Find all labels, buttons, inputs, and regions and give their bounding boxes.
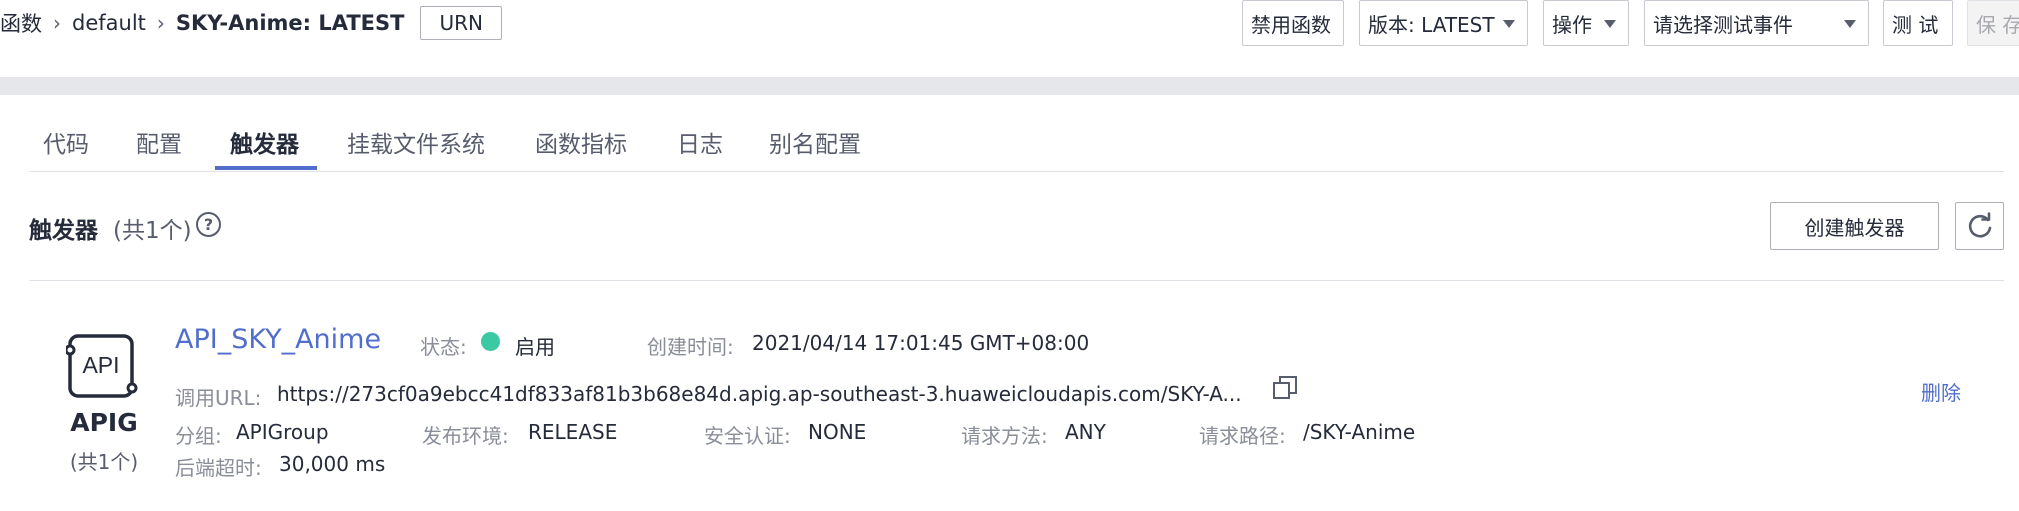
version-select[interactable]: 版本: LATEST — [1359, 0, 1528, 46]
created-label: 创建时间: — [647, 335, 734, 359]
section-divider — [29, 280, 2004, 281]
test-event-select-label: 请选择测试事件 — [1653, 12, 1793, 37]
refresh-icon — [1968, 212, 1991, 238]
api-icon-text: API — [82, 352, 119, 378]
active-tab-indicator — [215, 166, 317, 170]
test-event-select[interactable]: 请选择测试事件 — [1644, 0, 1869, 46]
trigger-type-label: APIG — [70, 408, 138, 437]
save-button-label: 保 存 — [1976, 12, 2019, 37]
trigger-type-count: (共1个) — [69, 450, 139, 474]
breadcrumb-current: SKY-Anime: LATEST — [175, 11, 405, 35]
group-value: APIGroup — [236, 420, 329, 444]
group-label: 分组: — [175, 424, 222, 448]
tab-metrics[interactable]: 函数指标 — [535, 125, 627, 159]
version-select-label: 版本: LATEST — [1368, 12, 1495, 37]
caret-down-icon — [1604, 20, 1616, 28]
test-button-label: 测 试 — [1892, 12, 1939, 37]
url-label: 调用URL: — [175, 386, 262, 410]
breadcrumb: 函数 › default › SKY-Anime: LATEST URN — [0, 6, 502, 40]
env-value: RELEASE — [528, 420, 618, 444]
status-enabled-dot — [481, 332, 500, 351]
env-label: 发布环境: — [422, 424, 509, 448]
tab-triggers[interactable]: 触发器 — [230, 125, 299, 159]
path-label: 请求路径: — [1199, 424, 1286, 448]
tab-logs[interactable]: 日志 — [677, 125, 723, 159]
status-label: 状态: — [420, 335, 467, 359]
tab-code[interactable]: 代码 — [43, 125, 89, 159]
chevron-right-icon: › — [53, 11, 61, 35]
created-value: 2021/04/14 17:01:45 GMT+08:00 — [752, 331, 1090, 355]
delete-trigger-link[interactable]: 删除 — [1921, 377, 1961, 406]
tab-file-system[interactable]: 挂载文件系统 — [347, 125, 485, 159]
save-button[interactable]: 保 存 — [1967, 0, 2019, 46]
operations-select-label: 操作 — [1552, 12, 1592, 37]
top-header: 函数 › default › SKY-Anime: LATEST URN 禁用函… — [0, 0, 2019, 77]
auth-label: 安全认证: — [704, 424, 791, 448]
section-count: (共1个) — [113, 218, 192, 244]
method-value: ANY — [1065, 420, 1106, 444]
disable-function-button[interactable]: 禁用函数 — [1242, 0, 1344, 46]
create-trigger-button[interactable]: 创建触发器 — [1770, 202, 1939, 250]
header-separator-band — [0, 77, 2019, 95]
tab-aliases[interactable]: 别名配置 — [769, 125, 861, 159]
function-tabs: 代码 配置 触发器 挂载文件系统 函数指标 日志 别名配置 — [29, 95, 2004, 172]
tab-config[interactable]: 配置 — [136, 125, 182, 159]
chevron-right-icon: › — [156, 11, 165, 35]
timeout-value: 30,000 ms — [279, 452, 386, 476]
path-value: /SKY-Anime — [1303, 420, 1416, 444]
url-value: https://273cf0a9ebcc41df833af81b3b68e84d… — [277, 382, 1242, 406]
timeout-label: 后端超时: — [175, 456, 262, 480]
disable-function-label: 禁用函数 — [1251, 12, 1331, 37]
copy-icon[interactable] — [1272, 375, 1298, 401]
operations-select[interactable]: 操作 — [1543, 0, 1629, 46]
caret-down-icon — [1503, 20, 1515, 28]
refresh-button[interactable] — [1955, 202, 2004, 250]
breadcrumb-app[interactable]: default — [72, 11, 146, 35]
help-icon[interactable]: ? — [196, 212, 221, 237]
urn-button[interactable]: URN — [420, 6, 502, 40]
caret-down-icon — [1844, 20, 1856, 28]
api-gateway-icon: API — [66, 334, 138, 398]
breadcrumb-functions[interactable]: 函数 — [0, 8, 42, 38]
method-label: 请求方法: — [961, 424, 1048, 448]
section-title: 触发器 — [29, 218, 98, 244]
trigger-name-link[interactable]: API_SKY_Anime — [175, 324, 381, 355]
test-button[interactable]: 测 试 — [1883, 0, 1953, 46]
status-value: 启用 — [515, 335, 555, 359]
auth-value: NONE — [808, 420, 867, 444]
